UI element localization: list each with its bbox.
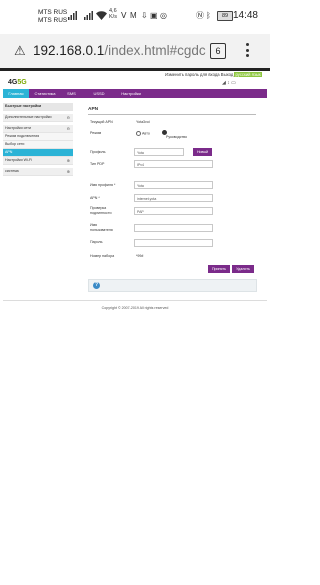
change-password-link[interactable]: Изменить пароль для входа: [165, 72, 220, 77]
sidebar-item-quick-setup[interactable]: Быстрые настройки: [3, 103, 73, 111]
auth-label: Проверка подлинности: [90, 206, 112, 215]
carrier-1: MTS RUS: [38, 9, 68, 16]
expand-icon: ⊕: [66, 169, 70, 174]
profile-name-label: Имя профиля *: [90, 183, 116, 187]
signal-icon: [68, 11, 77, 23]
sidebar-item-advanced[interactable]: Дополнительные настройки ⊖: [3, 114, 73, 122]
expand-icon: ⊕: [66, 158, 70, 163]
username-label: Имя пользователя: [90, 223, 113, 232]
password-label: Пароль: [90, 240, 103, 244]
header-links: Изменить пароль для входа Выход русский …: [165, 72, 262, 77]
footer-divider: [3, 300, 267, 301]
signal-strength-icon: ◢: [222, 80, 226, 86]
new-profile-button[interactable]: Новый: [193, 148, 212, 156]
sidebar-item-label: Выбор сети: [5, 142, 25, 146]
sidebar-item-wifi-settings[interactable]: Настройки Wi-Fi ⊕: [3, 157, 73, 165]
battery-status-icon: ▭: [231, 80, 236, 86]
main-nav: Главная Статистика SMS USSD Настройки: [3, 89, 267, 98]
collapse-icon: ⊖: [66, 115, 70, 120]
sidebar-item-label: Настройки Wi-Fi: [5, 158, 33, 162]
current-apn-label: Текущий APN: [90, 120, 113, 124]
sidebar-item-label: Дополнительные настройки: [5, 115, 52, 119]
nav-sms[interactable]: SMS: [63, 89, 80, 98]
logo-suffix: 5G: [17, 79, 27, 86]
logout-link[interactable]: Выход: [221, 72, 234, 77]
download-icon: ⇩: [141, 11, 148, 20]
auth-select[interactable]: PAP: [134, 207, 213, 215]
browser-toolbar: ⚠ 192.168.0.1/index.html#cgdc 6: [0, 34, 270, 69]
pdp-type-label: Тип PDP: [90, 162, 105, 166]
sidebar-item-system[interactable]: система ⊕: [3, 168, 73, 176]
apn-label: APN *: [90, 196, 100, 200]
router-page: 4G5G Изменить пароль для входа Выход рус…: [0, 68, 270, 585]
dial-number-label: Номер набора: [90, 254, 115, 258]
mode-auto-radio[interactable]: [136, 131, 141, 136]
not-secure-warning-icon[interactable]: ⚠: [14, 43, 26, 59]
network-speed: 4,6 K/s: [109, 8, 117, 20]
username-input[interactable]: [134, 224, 213, 232]
tab-switcher-button[interactable]: 6: [210, 43, 226, 59]
sidebar-item-label: Режим подключения: [5, 134, 40, 138]
network-type-icon: ↕: [227, 80, 230, 86]
collapse-icon: ⊖: [66, 126, 70, 131]
sync-icon: ◎: [160, 11, 167, 20]
address-bar[interactable]: 192.168.0.1/index.html#cgdc: [33, 43, 206, 58]
sidebar-item-label: система: [5, 169, 19, 173]
signal-icon-2: [84, 11, 93, 23]
mode-manual-option[interactable]: Руководство: [162, 130, 187, 140]
sidebar-item-network-selection[interactable]: Выбор сети: [3, 141, 73, 149]
nav-statistics[interactable]: Статистика: [30, 89, 60, 98]
sidebar-item-apn[interactable]: APN: [3, 149, 73, 157]
bluetooth-icon: ᛒ: [206, 11, 211, 20]
apply-button[interactable]: Принять: [208, 265, 230, 273]
apn-input[interactable]: internet.yota: [134, 194, 213, 202]
help-bar: ?: [88, 279, 257, 292]
mode-manual-radio[interactable]: [162, 130, 167, 135]
nfc-icon: Ⓝ: [196, 11, 204, 20]
status-bar: MTS RUS MTS RUS 4,6 K/s ᐯ M ⇩ ▣ ◎ Ⓝ ᛒ 89…: [0, 0, 270, 34]
battery-indicator: 89: [217, 11, 233, 21]
clipboard-icon: ▣: [150, 11, 158, 20]
carrier-2: MTS RUS: [38, 17, 68, 24]
sidebar-item-label: Быстрые настройки: [5, 104, 42, 108]
url-host: 192.168.0.1: [33, 43, 105, 58]
logo: 4G5G: [8, 79, 27, 86]
menu-icon[interactable]: [246, 43, 250, 60]
copyright: Copyright © 2007-2019 All rights reserve…: [101, 306, 169, 310]
help-icon[interactable]: ?: [93, 282, 100, 289]
mode-label: Режим: [90, 131, 102, 135]
pdp-type-select[interactable]: IPv4: [134, 160, 213, 168]
router-status-icons: ◢ ↕ ▭: [222, 80, 236, 86]
gmail-icon: M: [130, 11, 137, 20]
sidebar-item-label: APN: [5, 150, 13, 154]
sidebar: Быстрые настройки Дополнительные настрой…: [3, 103, 73, 176]
current-apn-value: Yota3voi: [136, 120, 150, 124]
url-path: /index.html#cgdc: [104, 43, 206, 58]
profile-select[interactable]: Yota: [134, 148, 184, 156]
sidebar-item-label: Настройки сети: [5, 126, 31, 130]
vk-icon: ᐯ: [121, 11, 127, 20]
dial-number-value: *99#: [136, 254, 144, 258]
nav-ussd[interactable]: USSD: [89, 89, 109, 98]
clock: 14:48: [232, 10, 258, 21]
language-select[interactable]: русский язык: [234, 72, 262, 77]
nav-settings[interactable]: Настройки: [117, 89, 145, 98]
delete-button[interactable]: Удалить: [232, 265, 254, 273]
mode-auto-label: Авто: [142, 131, 150, 136]
profile-name-input[interactable]: Yota: [134, 181, 213, 189]
logo-prefix: 4G: [8, 79, 18, 86]
mode-auto-option[interactable]: Авто: [136, 131, 150, 136]
wifi-icon: [96, 11, 107, 23]
nav-home[interactable]: Главная: [3, 89, 29, 98]
speed-unit: K/s: [109, 14, 117, 20]
sidebar-item-connection-mode[interactable]: Режим подключения: [3, 133, 73, 141]
apn-panel: APN Текущий APN Yota3voi Режим Авто Руко…: [88, 107, 263, 273]
page-title: APN: [88, 107, 256, 115]
profile-label: Профиль: [90, 150, 106, 154]
top-border: [0, 68, 270, 71]
mode-manual-label: Руководство: [166, 135, 188, 140]
sidebar-item-network-settings[interactable]: Настройки сети ⊖: [3, 125, 73, 133]
password-input[interactable]: [134, 239, 213, 247]
